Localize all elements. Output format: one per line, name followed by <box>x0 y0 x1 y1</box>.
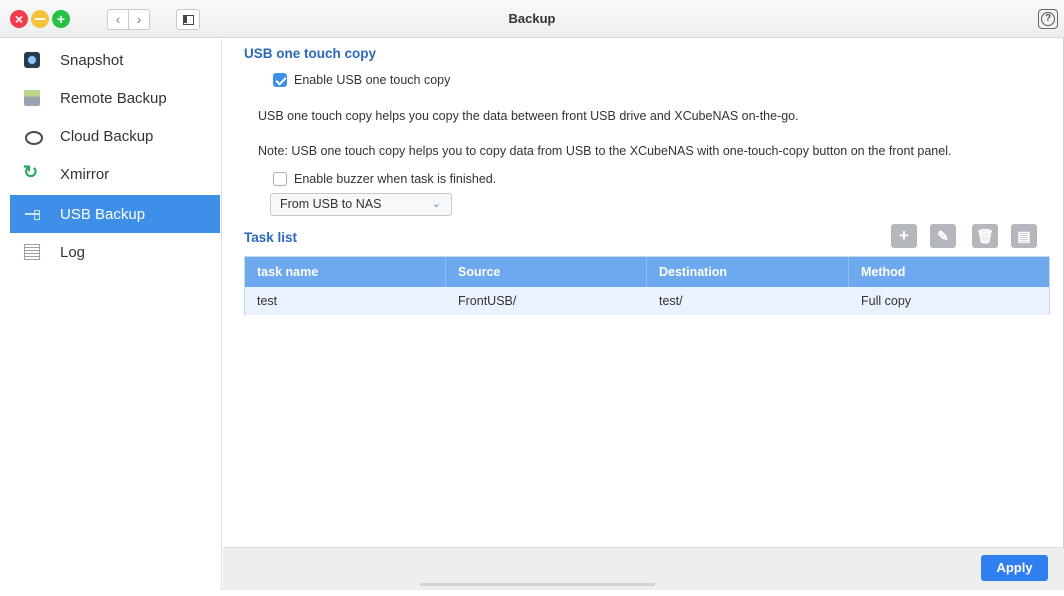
sidebar-item-xmirror[interactable]: Xmirror <box>10 155 220 193</box>
backup-window: × + ‹ › Backup ? Snapshot Remote Backup … <box>0 0 1064 590</box>
sidebar-item-usb-backup[interactable]: USB Backup <box>10 195 220 233</box>
remote-backup-icon <box>24 90 40 106</box>
column-header-task-name[interactable]: task name <box>245 257 446 287</box>
cell-destination: test/ <box>659 294 683 308</box>
delete-task-button[interactable]: 🗑 <box>972 224 998 248</box>
enable-usb-copy-checkbox[interactable] <box>273 73 287 87</box>
column-header-source[interactable]: Source <box>446 257 647 287</box>
usb-copy-description: USB one touch copy helps you copy the da… <box>258 109 799 123</box>
clipboard-icon: ▤ <box>1017 228 1031 244</box>
sidebar-item-remote-backup[interactable]: Remote Backup <box>10 79 220 117</box>
task-table: task name Source Destination Method test… <box>244 256 1050 315</box>
usb-copy-note: Note: USB one touch copy helps you to co… <box>258 144 952 158</box>
plus-icon: + <box>899 226 909 245</box>
enable-usb-copy-label: Enable USB one touch copy <box>294 73 451 87</box>
help-icon: ? <box>1041 12 1055 26</box>
usb-icon <box>24 206 40 222</box>
log-icon <box>24 244 40 260</box>
add-task-button[interactable]: + <box>891 224 917 248</box>
sidebar-item-cloud-backup[interactable]: Cloud Backup <box>10 117 220 155</box>
sidebar-item-snapshot[interactable]: Snapshot <box>10 41 220 79</box>
cloud-icon <box>24 128 43 145</box>
window-title: Backup <box>508 11 556 26</box>
camera-icon <box>24 52 40 68</box>
task-log-button[interactable]: ▤ <box>1011 224 1037 248</box>
title-bar: × + ‹ › Backup ? <box>0 0 1064 38</box>
section-title-usb-copy: USB one touch copy <box>244 46 377 61</box>
trash-icon: 🗑 <box>976 228 994 244</box>
enable-usb-copy-row[interactable]: Enable USB one touch copy <box>273 73 450 87</box>
buzzer-row[interactable]: Enable buzzer when task is finished. <box>273 172 496 186</box>
sidebar-item-label: Log <box>60 243 86 261</box>
cell-task-name: test <box>257 294 278 308</box>
task-table-header: task name Source Destination Method <box>245 257 1049 287</box>
sidebar-item-label: Xmirror <box>60 165 110 183</box>
cell-source: FrontUSB/ <box>458 294 517 308</box>
cell-method: Full copy <box>861 294 912 308</box>
direction-select[interactable]: From USB to NAS ⌄ <box>270 193 452 216</box>
sidebar-item-label: Snapshot <box>60 51 124 69</box>
sidebar-item-log[interactable]: Log <box>10 233 220 271</box>
enable-buzzer-checkbox[interactable] <box>273 172 287 186</box>
enable-buzzer-label: Enable buzzer when task is finished. <box>294 172 497 186</box>
sidebar-item-label: Cloud Backup <box>60 127 154 145</box>
column-header-method[interactable]: Method <box>849 257 1049 287</box>
direction-select-value: From USB to NAS <box>280 197 382 211</box>
scrollbar[interactable] <box>420 583 655 586</box>
sidebar: Snapshot Remote Backup Cloud Backup Xmir… <box>0 39 222 590</box>
table-row[interactable]: test FrontUSB/ test/ Full copy <box>245 287 1049 315</box>
sidebar-item-label: USB Backup <box>60 205 146 223</box>
apply-button[interactable]: Apply <box>981 555 1048 581</box>
sidebar-item-label: Remote Backup <box>60 89 167 107</box>
section-title-task-list: Task list <box>244 230 298 245</box>
pencil-icon: ✎ <box>937 228 949 244</box>
help-button[interactable]: ? <box>1038 9 1058 29</box>
column-header-destination[interactable]: Destination <box>647 257 849 287</box>
chevron-down-icon: ⌄ <box>431 198 441 210</box>
sync-icon <box>23 162 40 183</box>
edit-task-button[interactable]: ✎ <box>930 224 956 248</box>
